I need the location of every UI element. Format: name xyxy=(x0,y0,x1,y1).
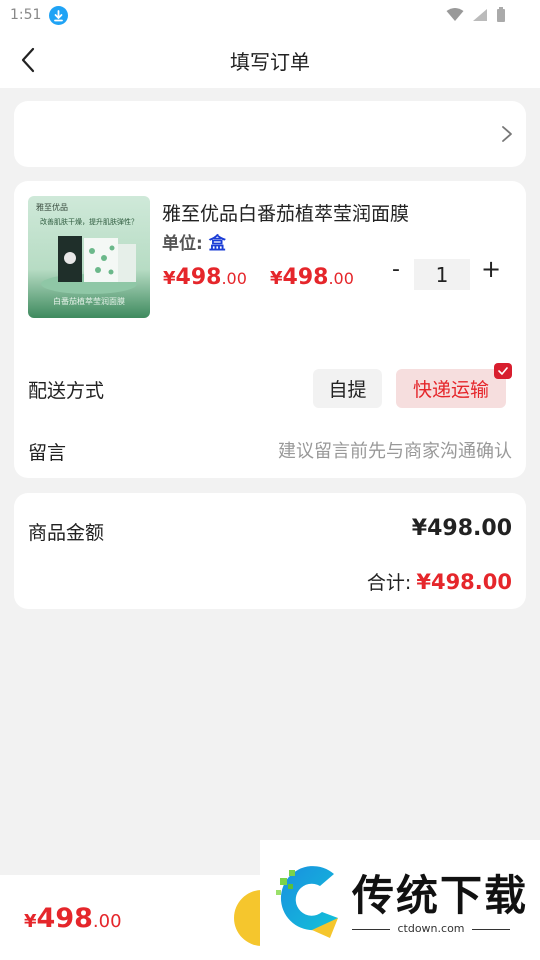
message-label: 留言 xyxy=(28,442,67,464)
address-card[interactable] xyxy=(14,101,526,167)
unit-label: 单位: xyxy=(162,234,203,254)
product-image-tagline: 改善肌肤干燥，提升肌肤弹性？ xyxy=(40,217,138,226)
status-bar: 1:51 xyxy=(0,0,540,32)
header: 填写订单 xyxy=(0,32,540,88)
download-icon xyxy=(49,6,68,25)
message-input[interactable]: 建议留言前先与商家沟通确认 xyxy=(278,437,512,463)
totals-card: 商品金额 ¥498.00 合计: ¥498.00 xyxy=(14,493,526,609)
order-card: 雅至优品 改善肌肤干燥，提升肌肤弹性？ 白番茄植萃莹润面膜 雅至优品白番茄植萃莹… xyxy=(14,181,526,478)
delivery-option-pickup[interactable]: 自提 xyxy=(313,369,382,408)
status-time: 1:51 xyxy=(10,7,42,23)
watermark-logo xyxy=(276,866,338,938)
unit-row: 单位: 盒 xyxy=(162,229,226,254)
goods-amount-value: ¥498.00 xyxy=(411,516,512,541)
quantity-plus-button[interactable]: + xyxy=(480,255,502,283)
delivery-option-express-label: 快递运输 xyxy=(412,379,489,401)
bottom-total-price: ¥498.00 xyxy=(24,903,122,934)
sum-row: 合计: ¥498.00 xyxy=(367,568,512,595)
svg-text:雅至优品: 雅至优品 xyxy=(36,202,68,212)
check-icon xyxy=(494,363,512,379)
watermark: 传统下载 ctdown.com xyxy=(260,840,540,960)
watermark-brand: 传统下载 xyxy=(352,871,529,920)
sum-label: 合计: xyxy=(366,572,412,594)
chevron-right-icon xyxy=(502,126,512,142)
product-image: 雅至优品 改善肌肤干燥，提升肌肤弹性？ 白番茄植萃莹润面膜 xyxy=(28,196,150,318)
signal-icon xyxy=(473,9,487,21)
product-image-caption: 白番茄植萃莹润面膜 xyxy=(53,296,125,306)
battery-icon xyxy=(497,7,505,22)
delivery-option-express[interactable]: 快递运输 xyxy=(396,363,512,408)
page-title: 填写订单 xyxy=(230,50,310,74)
delivery-label: 配送方式 xyxy=(28,380,105,402)
status-icons xyxy=(446,7,506,23)
unit-value[interactable]: 盒 xyxy=(209,234,226,254)
goods-amount-label: 商品金额 xyxy=(28,522,105,544)
sum-amount: ¥498.00 xyxy=(416,570,512,594)
line-price: ¥498.00 xyxy=(270,265,354,290)
quantity-input[interactable] xyxy=(414,259,470,290)
watermark-url: ctdown.com xyxy=(352,922,510,935)
wifi-icon xyxy=(446,8,464,21)
unit-price: ¥498.00 xyxy=(163,265,247,290)
product-name: 雅至优品白番茄植萃莹润面膜 xyxy=(162,203,410,225)
quantity-minus-button[interactable]: - xyxy=(386,257,406,285)
